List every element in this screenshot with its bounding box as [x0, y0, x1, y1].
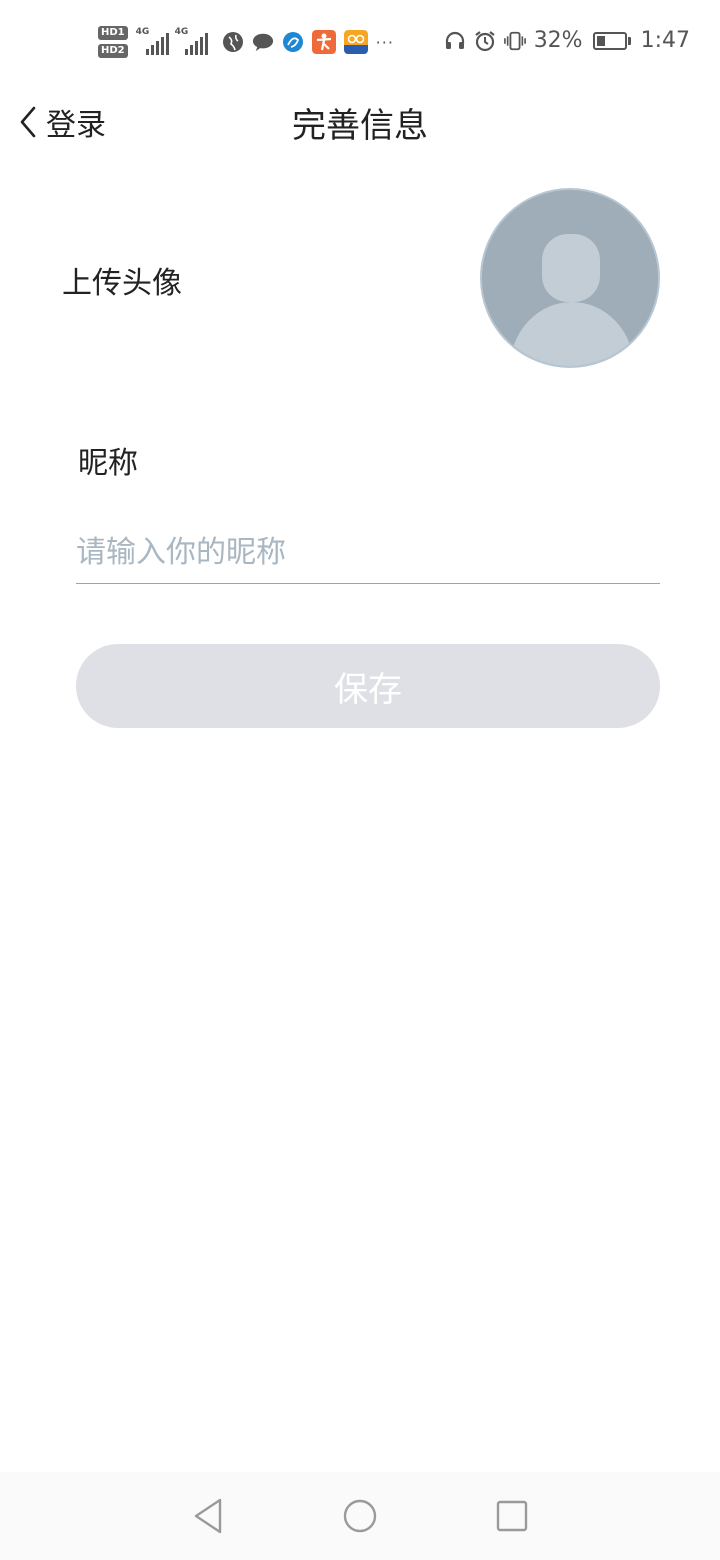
nav-back-button[interactable] [178, 1486, 238, 1546]
avatar-upload-row[interactable]: 上传头像 [0, 186, 720, 370]
vibrate-icon [503, 31, 526, 50]
status-right: 32% 1:47 [444, 28, 690, 53]
header: 登录 完善信息 [0, 88, 720, 156]
avatar-placeholder[interactable] [480, 188, 660, 368]
nav-home-button[interactable] [330, 1486, 390, 1546]
screen: HD1 HD2 4G 4G ··· 32% 1:47 登录 完善信息 上传头像 … [0, 0, 720, 1560]
square-recents-icon [496, 1500, 528, 1532]
battery-percent: 32% [533, 28, 583, 53]
page-title: 完善信息 [292, 106, 428, 146]
headset-icon [445, 31, 464, 49]
avatar-label: 上传头像 [62, 266, 182, 301]
clock: 1:47 [640, 28, 690, 53]
default-user-icon [510, 234, 634, 366]
message-bubble-icon [252, 33, 273, 52]
nickname-field-wrapper [76, 524, 660, 584]
save-button[interactable]: 保存 [76, 644, 660, 728]
signal-icon-sim1: 4G [135, 27, 169, 55]
network-type-sim1: 4G [135, 27, 150, 37]
ego-app-icon [343, 30, 368, 54]
orange-app-icon [311, 30, 336, 54]
network-type-sim2: 4G [174, 27, 189, 37]
nickname-label: 昵称 [78, 446, 138, 481]
more-notifications-icon: ··· [375, 32, 394, 52]
alarm-icon [475, 30, 495, 51]
signal-icon-sim2: 4G [174, 27, 208, 55]
battery-icon [592, 31, 631, 50]
system-nav-bar [0, 1472, 720, 1560]
blue-app-icon [282, 32, 303, 52]
hd-badge-sim2: HD2 [98, 44, 128, 58]
hd-badge-sim1: HD1 [98, 26, 128, 40]
nickname-input[interactable] [76, 524, 660, 580]
status-left: HD1 HD2 4G 4G ··· [98, 22, 394, 62]
status-bar: HD1 HD2 4G 4G ··· 32% 1:47 [0, 0, 720, 88]
circle-home-icon [343, 1499, 377, 1533]
triangle-back-icon [194, 1498, 222, 1534]
hd-badges: HD1 HD2 [98, 26, 128, 58]
nav-recents-button[interactable] [482, 1486, 542, 1546]
globe-app-icon [222, 32, 243, 52]
